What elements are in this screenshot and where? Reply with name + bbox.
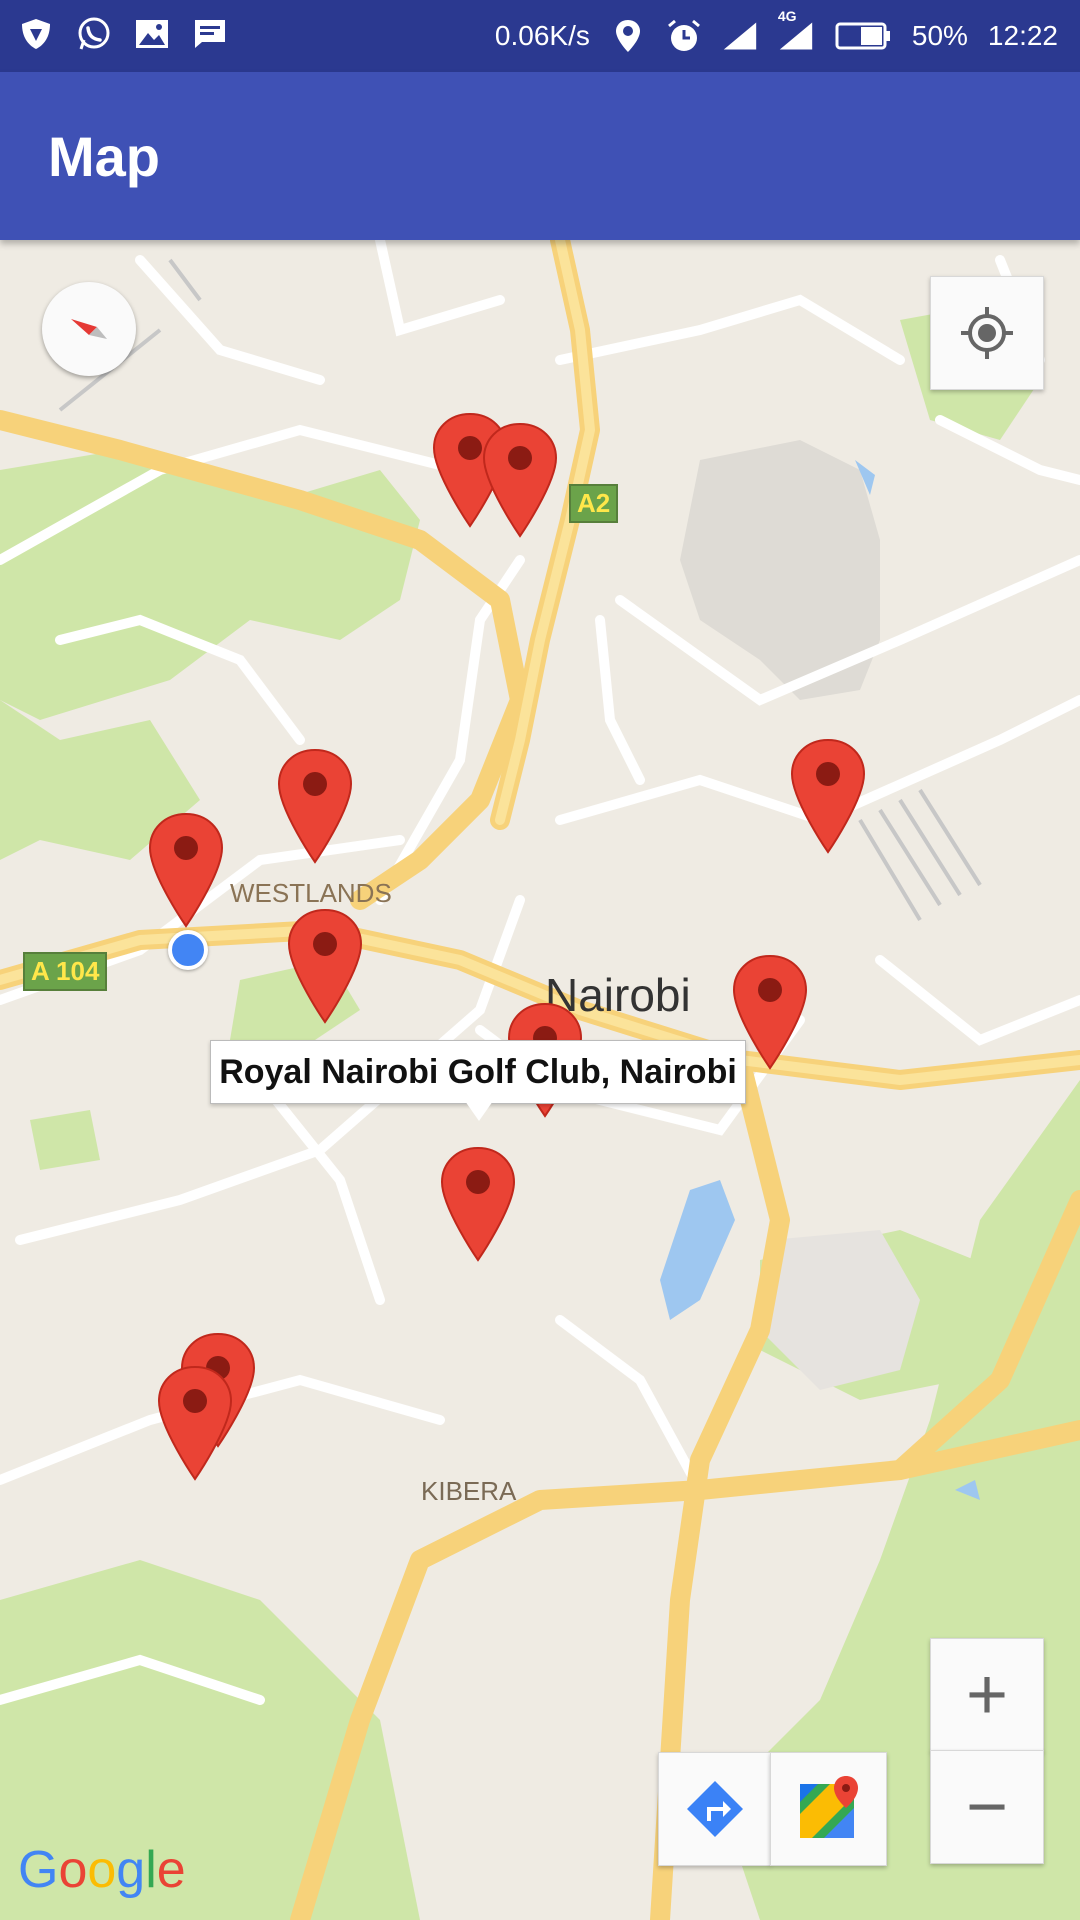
google-logo-letter: g (116, 1841, 146, 1899)
map-view[interactable]: WESTLANDS Nairobi KIBERA A2 A 104 Royal … (0, 240, 1080, 1920)
alarm-icon (666, 18, 702, 54)
page-title: Map (48, 125, 160, 188)
crosshair-icon (961, 307, 1013, 359)
clock: 12:22 (987, 20, 1058, 51)
directions-icon (687, 1781, 743, 1837)
my-location-button[interactable] (930, 276, 1044, 390)
info-window-tail (465, 1101, 493, 1121)
google-logo-letter: o (58, 1841, 88, 1899)
map-marker[interactable] (480, 420, 560, 540)
google-logo-letter: e (156, 1841, 186, 1899)
zoom-out-button[interactable]: − (930, 1750, 1044, 1864)
map-marker[interactable] (438, 1144, 518, 1264)
compass-icon (71, 319, 107, 339)
google-logo-letter: G (18, 1841, 59, 1899)
whatsapp-icon (76, 16, 112, 52)
network-speed: 0.06K/s (494, 20, 590, 51)
compass-button[interactable] (42, 282, 136, 376)
map-marker[interactable] (788, 736, 868, 856)
road-shield-a2: A2 (569, 484, 619, 523)
signal-4g-icon: 4G (778, 8, 814, 54)
battery-percent: 50% (911, 20, 968, 51)
map-marker[interactable] (285, 906, 365, 1026)
shield-icon (18, 16, 54, 52)
google-maps-icon (799, 1776, 858, 1838)
gallery-icon (134, 16, 170, 52)
zoom-in-button[interactable]: + (930, 1638, 1044, 1752)
message-icon (192, 16, 228, 52)
my-location-dot (168, 930, 208, 970)
marker-info-window[interactable]: Royal Nairobi Golf Club, Nairobi (210, 1040, 746, 1104)
google-logo-letter: l (145, 1841, 157, 1899)
map-marker[interactable] (155, 1363, 235, 1483)
app-bar: Map (0, 72, 1080, 240)
map-label-westlands: WESTLANDS (230, 878, 392, 908)
road-shield-a104: A 104 (23, 952, 108, 991)
map-marker[interactable] (146, 810, 226, 930)
network-type-label: 4G (777, 8, 797, 24)
status-bar: 0.06K/s 4G 50% 12:22 (0, 0, 1080, 72)
location-icon (610, 18, 646, 54)
directions-button[interactable] (658, 1752, 771, 1866)
map-marker[interactable] (275, 746, 355, 866)
open-google-maps-button[interactable] (770, 1752, 887, 1866)
map-label-kibera: KIBERA (421, 1476, 517, 1506)
google-logo-letter: o (87, 1841, 117, 1899)
google-logo: Google (18, 1840, 186, 1900)
battery-icon (834, 18, 892, 54)
signal-icon (722, 18, 758, 54)
